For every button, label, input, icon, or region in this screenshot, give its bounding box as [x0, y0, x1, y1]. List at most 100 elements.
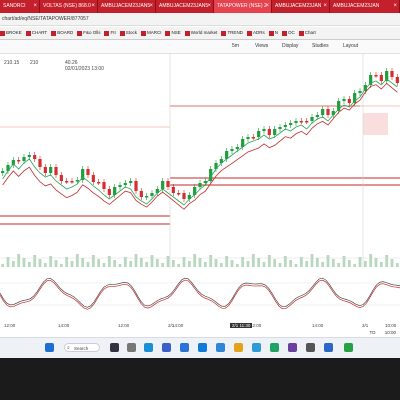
tab-2[interactable]: VOLTAS (NSE) 868.0 ×: [40, 0, 98, 13]
bookmark-5[interactable]: FII: [104, 27, 116, 39]
bookmark-6[interactable]: Stock: [119, 27, 137, 39]
taskview-icon[interactable]: [110, 343, 119, 352]
bookmark-3[interactable]: BOARD: [51, 27, 73, 39]
candle-body: [390, 71, 394, 77]
tab-3[interactable]: AMBUJACEM23JAN5 ×: [98, 0, 156, 13]
candle-body: [278, 127, 282, 129]
price-chart[interactable]: [0, 53, 400, 325]
volume-bar: [342, 256, 346, 267]
tab-5[interactable]: TATAPOWER (NSE) 2 ×: [214, 0, 272, 13]
tab-close-icon[interactable]: ×: [265, 0, 269, 13]
bookmark-icon: [51, 30, 57, 36]
whatsapp-icon[interactable]: [344, 343, 353, 352]
bookmark-12[interactable]: N: [268, 27, 278, 39]
tab-close-icon[interactable]: ×: [91, 0, 95, 13]
app-l-icon[interactable]: [144, 343, 153, 352]
tab-6[interactable]: AMBUJACEM23JAN ×: [272, 0, 330, 13]
tab-close-icon[interactable]: ×: [33, 0, 37, 13]
tab-close-icon[interactable]: ×: [149, 0, 153, 13]
volume-bar: [113, 260, 117, 267]
app-blue-icon[interactable]: [324, 343, 333, 352]
edge-icon[interactable]: [198, 343, 207, 352]
candle-body: [283, 125, 287, 127]
bookmark-label: Chart: [304, 30, 316, 35]
volume-bar: [1, 264, 5, 267]
highlight-zone: [363, 113, 388, 135]
tab-1[interactable]: SANDRCI ×: [0, 0, 40, 13]
cursor-time-label: 2/1 11:30: [230, 323, 253, 328]
camera-icon[interactable]: [162, 343, 171, 352]
volume-bar: [203, 262, 207, 267]
bookmark-icon: [140, 30, 146, 36]
taskbar-search[interactable]: ⌕ Search: [64, 343, 100, 352]
bookmark-icon: [268, 30, 274, 36]
tab-label: VOLTAS (NSE) 868.0: [43, 3, 91, 9]
bookmark-label: FII: [110, 30, 116, 35]
volume-bar: [171, 260, 175, 267]
app-purple-icon[interactable]: [288, 343, 297, 352]
candle-body: [38, 159, 42, 167]
tab-7[interactable]: AMBUJACEM23JAN ×: [330, 0, 400, 13]
bookmark-7[interactable]: MARCI: [140, 27, 161, 39]
volume-bar: [198, 258, 202, 267]
candle-body: [171, 187, 175, 193]
files-icon[interactable]: [234, 343, 243, 352]
candle-body: [166, 181, 170, 187]
studies-button[interactable]: Studies: [312, 40, 329, 53]
volume-bar: [134, 254, 138, 267]
interval-button[interactable]: 5m: [232, 40, 239, 53]
bookmark-1[interactable]: BROKE: [0, 27, 22, 39]
bookmark-4[interactable]: F&o Olls: [77, 27, 100, 39]
display-button[interactable]: Display: [282, 40, 298, 53]
start-icon[interactable]: [45, 343, 54, 352]
volume-bar: [107, 256, 111, 267]
bookmark-2[interactable]: CHART: [25, 27, 47, 39]
bookmark-14[interactable]: Chart: [298, 27, 316, 39]
store-icon[interactable]: [216, 343, 225, 352]
bookmark-icon: [184, 30, 190, 36]
volume-bar: [166, 256, 170, 267]
tab-4[interactable]: AMBUJACEM23JAN5 ×: [156, 0, 214, 13]
bookmark-11[interactable]: ADRs: [246, 27, 265, 39]
volume-bar: [267, 255, 271, 267]
address-text: chart/ad/eq/NSE/TATAPOWER/877057: [2, 16, 89, 22]
volume-bar: [75, 254, 79, 267]
x-tick-label: 2/1: [168, 323, 175, 328]
candle-body: [102, 182, 106, 189]
volume-bar: [155, 259, 159, 267]
address-bar[interactable]: chart/ad/eq/NSE/TATAPOWER/877057: [0, 13, 400, 26]
tab-close-icon[interactable]: ×: [393, 0, 397, 13]
volume-bar: [315, 258, 319, 267]
app-dark-icon[interactable]: [306, 343, 315, 352]
bookmark-label: N: [274, 30, 278, 35]
telegram-icon[interactable]: [252, 343, 261, 352]
layout-button[interactable]: Layout: [343, 40, 358, 53]
candle-body: [134, 181, 138, 191]
volume-bar: [230, 260, 234, 267]
bookmark-13[interactable]: OC: [281, 27, 295, 39]
bookmark-label: OC: [287, 30, 295, 35]
bookmark-9[interactable]: World market: [184, 27, 217, 39]
bookmark-8[interactable]: NSE: [165, 27, 181, 39]
x-tick-label: 14:00: [312, 323, 324, 328]
bookmark-icon: [104, 30, 110, 36]
tab-close-icon[interactable]: ×: [207, 0, 211, 13]
volume-bar: [49, 256, 53, 267]
volume-bar: [262, 262, 266, 267]
folder-icon[interactable]: [180, 343, 189, 352]
candle-body: [289, 123, 293, 125]
views-button[interactable]: Views: [255, 40, 268, 53]
bookmark-icon: [221, 30, 227, 36]
candle-body: [75, 180, 79, 182]
bookmark-10[interactable]: TREND: [221, 27, 243, 39]
chrome-icon[interactable]: [270, 343, 279, 352]
bookmark-label: BROKE: [6, 30, 22, 35]
widgets-icon[interactable]: [127, 343, 136, 352]
candle-body: [22, 157, 26, 161]
candle-body: [129, 181, 133, 183]
candle-body: [347, 99, 351, 103]
candle-body: [182, 193, 186, 199]
bookmarks-bar: BROKE CHART BOARD F&o Olls FII Stock MARCI NSE W…: [0, 27, 400, 40]
tab-close-icon[interactable]: ×: [323, 0, 327, 13]
corner-label-time: 10:00: [384, 330, 396, 335]
